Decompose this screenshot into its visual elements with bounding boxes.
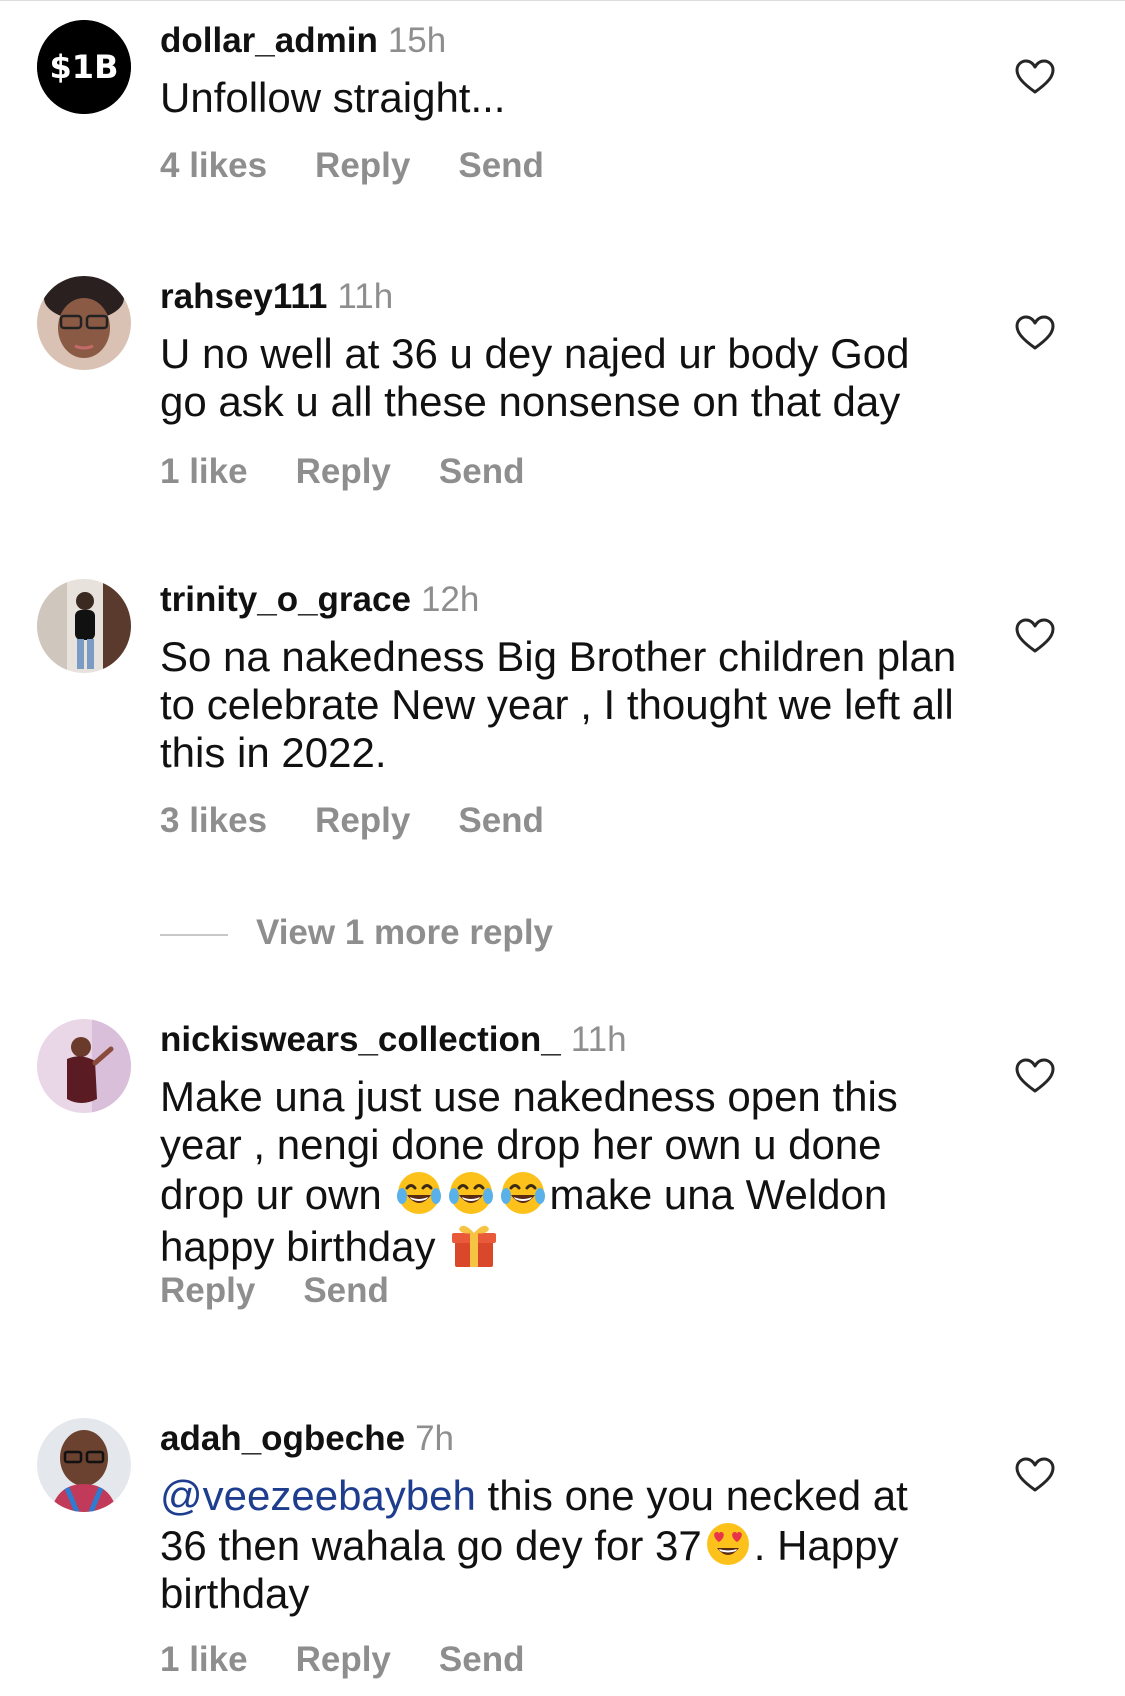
likes-count[interactable]: 1 like — [160, 1640, 248, 1679]
comment-username[interactable]: nickiswears_collection_ — [160, 1020, 561, 1059]
view-more-replies-button[interactable]: View 1 more reply — [160, 913, 553, 953]
send-button[interactable]: Send — [458, 146, 544, 185]
comment-time: 7h — [415, 1419, 455, 1458]
avatar-photo — [37, 1019, 131, 1113]
avatar-photo — [37, 579, 131, 673]
avatar[interactable] — [37, 1019, 131, 1113]
avatar[interactable] — [37, 579, 131, 673]
comment-text: Make una just use nakedness open this ye… — [160, 1073, 960, 1271]
comment-username[interactable]: rahsey111 — [160, 277, 327, 316]
heart-icon[interactable] — [1015, 1457, 1055, 1493]
avatar[interactable] — [37, 276, 131, 370]
heart-icon[interactable] — [1015, 315, 1055, 351]
reply-button[interactable]: Reply — [315, 801, 410, 840]
comment-time: 15h — [387, 21, 447, 60]
avatar[interactable] — [37, 1418, 131, 1512]
reply-button[interactable]: Reply — [160, 1271, 255, 1310]
comment-time: 11h — [570, 1020, 627, 1059]
avatar[interactable]: $1B — [37, 20, 131, 114]
likes-count[interactable]: 4 likes — [160, 146, 267, 185]
avatar-logo: $1B — [37, 20, 131, 114]
avatar-photo — [37, 276, 131, 370]
send-button[interactable]: Send — [439, 452, 525, 491]
avatar-photo — [37, 1418, 131, 1512]
heart-icon[interactable] — [1015, 59, 1055, 95]
reply-button[interactable]: Reply — [296, 452, 391, 491]
laughing-crying-emoji-icon — [449, 1172, 494, 1214]
comment-username[interactable]: trinity_o_grace — [160, 580, 411, 619]
comment-text: Unfollow straight... — [160, 74, 506, 121]
comment-text: U no well at 36 u dey najed ur body God … — [160, 330, 910, 425]
heart-icon[interactable] — [1015, 618, 1055, 654]
comment-time: 11h — [337, 277, 394, 316]
laughing-crying-emoji-icon — [397, 1172, 442, 1214]
reply-thread-line — [160, 933, 228, 936]
likes-count[interactable]: 3 likes — [160, 801, 267, 840]
laughing-crying-emoji-icon — [501, 1172, 546, 1214]
gift-emoji-icon — [452, 1225, 497, 1267]
reply-button[interactable]: Reply — [315, 146, 410, 185]
mention-link[interactable]: @veezeebaybeh — [160, 1472, 476, 1519]
comment-username[interactable]: dollar_admin — [160, 21, 378, 60]
comment-username[interactable]: adah_ogbeche — [160, 1419, 405, 1458]
send-button[interactable]: Send — [458, 801, 544, 840]
likes-count[interactable]: 1 like — [160, 452, 248, 491]
heart-icon[interactable] — [1015, 1058, 1055, 1094]
reply-button[interactable]: Reply — [296, 1640, 391, 1679]
comment-text: So na nakedness Big Brother children pla… — [160, 633, 957, 776]
avatar-logo-text: $1B — [50, 48, 119, 86]
top-divider — [0, 0, 1125, 1]
comment-text: @veezeebaybeh this one you necked at 36 … — [160, 1472, 960, 1618]
send-button[interactable]: Send — [439, 1640, 525, 1679]
view-more-replies-label: View 1 more reply — [256, 913, 554, 952]
comment-time: 12h — [420, 580, 480, 619]
send-button[interactable]: Send — [303, 1271, 389, 1310]
heart-eyes-emoji-icon — [706, 1523, 749, 1565]
